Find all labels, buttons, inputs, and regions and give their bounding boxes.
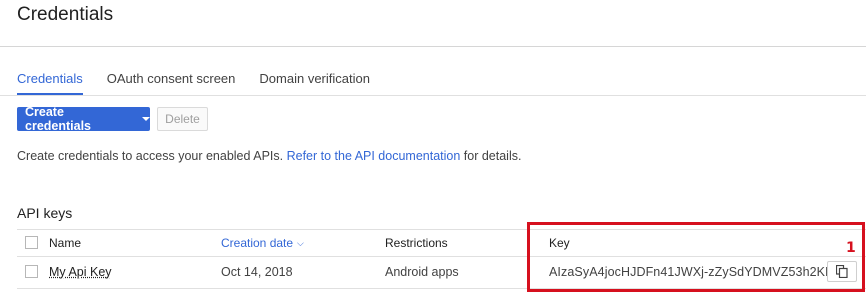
tab-bar: Credentials OAuth consent screen Domain …: [17, 70, 370, 95]
create-credentials-button[interactable]: Create credentials: [17, 105, 150, 133]
title-divider: [0, 46, 866, 47]
create-credentials-label: Create credentials: [25, 105, 92, 133]
tabs-divider: [0, 95, 866, 96]
info-text-before: Create credentials to access your enable…: [17, 149, 287, 163]
select-all-checkbox[interactable]: [25, 236, 38, 249]
api-keys-heading: API keys: [17, 205, 73, 221]
tab-oauth-consent-screen[interactable]: OAuth consent screen: [107, 70, 236, 95]
annotation-number: 1: [846, 240, 856, 256]
page-title: Credentials: [17, 4, 114, 25]
api-key-name-link[interactable]: My Api Key: [49, 264, 112, 280]
column-header-restrictions: Restrictions: [385, 236, 448, 250]
creation-date-label: Creation date: [221, 236, 294, 250]
api-documentation-link[interactable]: Refer to the API documentation: [287, 149, 461, 163]
api-key-restrictions: Android apps: [385, 265, 459, 279]
api-key-creation-date: Oct 14, 2018: [221, 265, 293, 279]
column-header-creation-date[interactable]: Creation date ⌵: [221, 236, 304, 251]
delete-button[interactable]: Delete: [157, 107, 208, 131]
highlight-annotation-box: [527, 222, 865, 292]
column-header-name: Name: [49, 236, 82, 250]
tab-domain-verification[interactable]: Domain verification: [259, 70, 370, 95]
tab-credentials[interactable]: Credentials: [17, 70, 83, 95]
sort-descending-icon: ⌵: [297, 238, 304, 248]
info-text: Create credentials to access your enable…: [17, 148, 521, 164]
dropdown-caret-icon: [142, 117, 150, 121]
row-checkbox[interactable]: [25, 265, 38, 278]
info-text-after: for details.: [460, 149, 522, 163]
